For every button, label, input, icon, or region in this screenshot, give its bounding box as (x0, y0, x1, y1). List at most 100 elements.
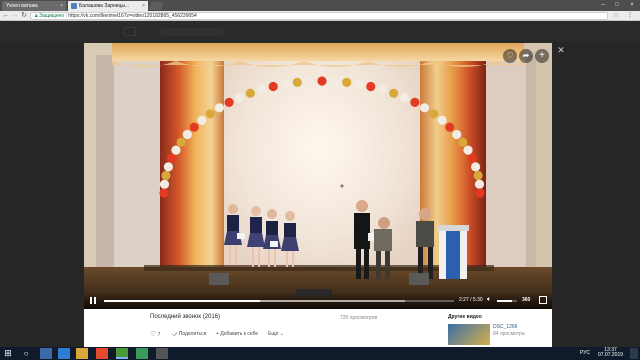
balloon (474, 179, 485, 189)
close-window-button[interactable]: × (625, 0, 639, 11)
pause-icon[interactable] (90, 297, 96, 304)
balloon (268, 81, 278, 92)
app-icon[interactable] (96, 348, 108, 359)
balloon (161, 170, 171, 181)
close-tab-icon[interactable]: × (142, 1, 145, 11)
close-tab-icon[interactable]: × (60, 1, 63, 11)
add-label: Добавить к себе (220, 331, 259, 337)
balloon (410, 97, 420, 107)
browser-tab-strip: Yкоел ватажа × Балашова Зарницы... × – □… (0, 0, 640, 11)
quality-badge[interactable]: 360 (522, 297, 530, 303)
player-controls: 2:27 / 5:30 🔈︎ 360 (84, 292, 552, 309)
url-input[interactable]: 🔒︎ Защищено | https://vk.com/tkerimet167… (30, 12, 608, 20)
related-video-title[interactable]: DSC_1266 (493, 324, 517, 330)
lock-icon: 🔒︎ (35, 13, 38, 19)
share-icon[interactable]: ➦ (519, 49, 533, 63)
balloon (205, 109, 215, 119)
folder-icon[interactable] (76, 348, 88, 359)
like-count: 7 (157, 332, 161, 338)
balloon (256, 84, 267, 95)
balloon (329, 76, 339, 86)
tab-2-label: Балашова Зарницы... (79, 3, 130, 9)
clock-date: 07.07.2019 (598, 352, 624, 358)
ie-icon[interactable] (58, 348, 70, 359)
time-elapsed: 2:27 (459, 297, 469, 303)
heart-icon[interactable]: ♡ (503, 49, 517, 63)
balloon (420, 103, 430, 113)
share-label: Поделиться (178, 331, 207, 337)
forward-button[interactable]: → (11, 11, 19, 21)
vk-header-dimmed (0, 21, 640, 43)
more-label: Ещё (268, 331, 279, 337)
star-icon[interactable]: ☆ (612, 11, 620, 21)
balloon (342, 77, 352, 87)
security-label: Защищено (39, 13, 65, 19)
balloon (389, 88, 399, 98)
windows-icon[interactable]: ⊞ (2, 348, 14, 359)
clock[interactable]: 13:37 07.07.2019 (598, 348, 623, 358)
balloon (467, 153, 477, 163)
tab-1[interactable]: Yкоел ватажа × (2, 1, 66, 11)
balloon (167, 153, 177, 163)
add-button[interactable]: + Добавить к себе (216, 331, 258, 337)
volume-fill (497, 300, 512, 302)
other-videos-heading: Другие видео (448, 314, 482, 320)
related-video-views: 84 просмотра (493, 331, 525, 337)
podium (437, 225, 469, 279)
time-total: 5:30 (472, 297, 483, 303)
balloon (354, 79, 364, 89)
balloon (159, 188, 169, 198)
share-button[interactable]: ⤻ Поделиться (172, 331, 206, 337)
fullscreen-icon[interactable] (539, 296, 547, 304)
more-button[interactable]: Ещё ⌄ (268, 331, 284, 337)
url-text: https://vk.com/tkerimet167z=video1201828… (68, 13, 197, 19)
volume-icon[interactable]: 🔈︎ (487, 296, 491, 304)
video-title: Последний звонок (2016) (150, 314, 221, 320)
balloon (224, 97, 234, 107)
progress-track[interactable] (104, 300, 454, 302)
chrome-icon[interactable] (116, 348, 128, 359)
windows-taskbar: ⊞ ○ РУС 13:37 07.07.2019 (0, 347, 640, 360)
chevron-down-icon: ⌄ (279, 331, 284, 337)
video-player[interactable]: ♡ ➦ + (84, 43, 552, 309)
balloon (163, 162, 173, 172)
menu-icon[interactable]: ⋮ (626, 11, 634, 21)
search-input[interactable] (160, 28, 224, 36)
balloon (473, 170, 483, 181)
plus-icon[interactable]: + (535, 49, 549, 63)
balloon (366, 81, 376, 92)
media-icon[interactable] (136, 348, 148, 359)
search-icon[interactable]: ○ (20, 348, 32, 359)
reload-button[interactable]: ↻ (20, 11, 28, 21)
tab-1-label: Yкоел ватажа (6, 3, 38, 9)
balloon (400, 92, 410, 103)
back-button[interactable]: ← (2, 11, 10, 21)
new-tab-button[interactable] (148, 2, 164, 10)
language-indicator[interactable]: РУС (580, 350, 590, 356)
task-view-icon[interactable] (40, 348, 52, 359)
balloon (214, 103, 224, 113)
maximize-button[interactable]: □ (610, 0, 624, 11)
tab-2[interactable]: Балашова Зарницы... × (68, 1, 148, 11)
balloon (197, 115, 207, 125)
balloon (475, 188, 485, 198)
progress-fill (104, 300, 260, 302)
close-icon[interactable]: ✕ (556, 45, 566, 55)
balloon (189, 122, 199, 132)
video-info-panel: Последний звонок (2016) 720 просмотров ♡… (84, 309, 552, 347)
balloon (182, 129, 192, 140)
related-video-thumbnail[interactable] (448, 324, 490, 345)
balloon (452, 129, 462, 140)
balloon (234, 92, 244, 103)
app-icon[interactable] (156, 348, 168, 359)
balloon (458, 137, 468, 147)
balloon (292, 77, 302, 87)
balloon (429, 109, 439, 119)
notification-icon[interactable] (630, 348, 638, 359)
balloon (305, 76, 315, 86)
balloon (377, 84, 388, 95)
like-button[interactable]: ♡ 7 (150, 330, 160, 338)
volume-slider[interactable] (497, 300, 517, 302)
vk-logo-icon (124, 27, 136, 36)
minimize-button[interactable]: – (596, 0, 610, 11)
